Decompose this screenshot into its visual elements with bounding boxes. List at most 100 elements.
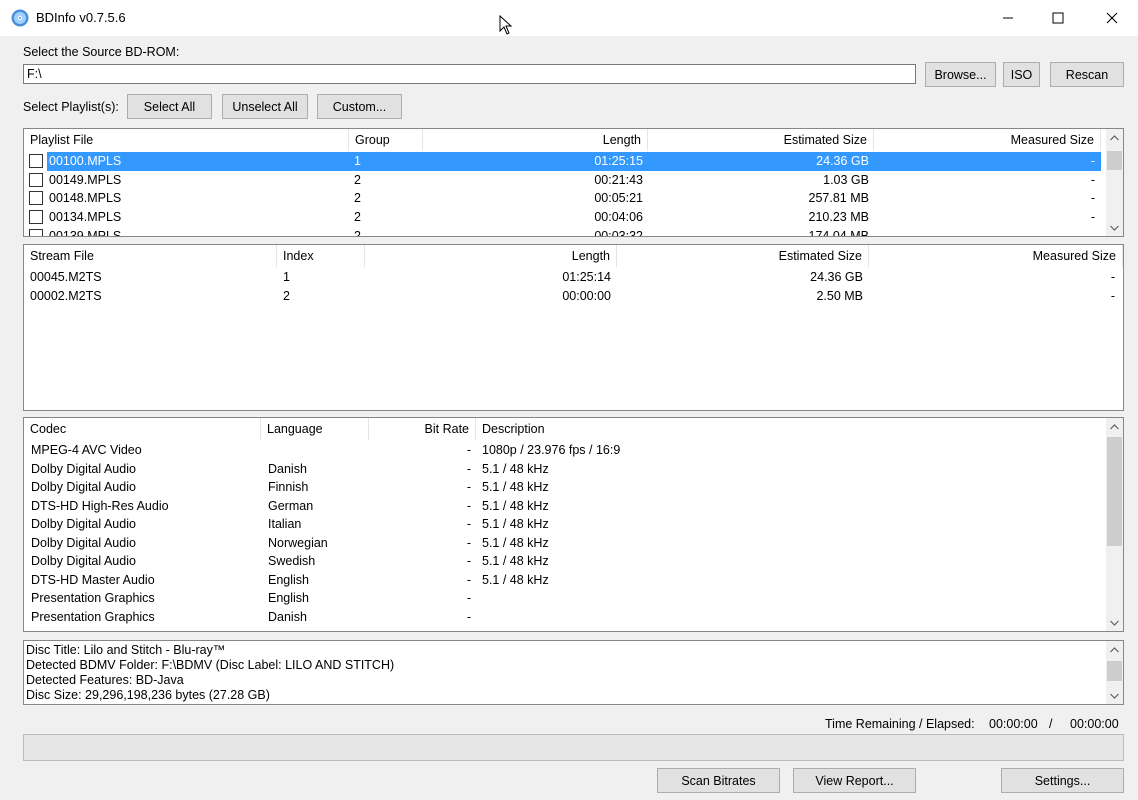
scroll-down-arrow[interactable] [1106, 614, 1123, 631]
col-playlist-file[interactable]: Playlist File [24, 129, 349, 151]
scroll-thumb[interactable] [1107, 151, 1122, 170]
playlist-checkbox[interactable] [29, 191, 43, 205]
playlist-checkbox[interactable] [29, 210, 43, 224]
settings-button[interactable]: Settings... [1001, 768, 1124, 793]
scroll-thumb[interactable] [1107, 437, 1122, 546]
playlist-group: 2 [354, 191, 361, 205]
playlist-row[interactable]: 00139.MPLS 2 00:03:32 174.04 MB - [24, 227, 1101, 237]
maximize-button[interactable] [1035, 0, 1081, 36]
col-length[interactable]: Length [365, 245, 617, 267]
col-measured-size[interactable]: Measured Size [869, 245, 1123, 267]
codec-name: Presentation Graphics [31, 591, 155, 605]
select-playlists-label: Select Playlist(s): [23, 100, 119, 114]
select-all-button[interactable]: Select All [127, 94, 212, 119]
codec-row[interactable]: Dolby Digital Audio Finnish - 5.1 / 48 k… [24, 478, 1106, 497]
col-estimated-size[interactable]: Estimated Size [617, 245, 869, 267]
codec-row[interactable]: Dolby Digital Audio Swedish - 5.1 / 48 k… [24, 552, 1106, 571]
log-scrollbar[interactable] [1106, 641, 1123, 704]
chevron-down-icon [1110, 620, 1119, 626]
time-elapsed: 00:00:00 [1070, 717, 1119, 731]
codec-language: Danish [268, 461, 307, 476]
col-description[interactable]: Description [476, 418, 1105, 440]
chevron-up-icon [1110, 134, 1119, 140]
disc-info-log[interactable]: Disc Title: Lilo and Stitch - Blu-ray™ D… [23, 640, 1124, 705]
playlist-meas-size: - [1090, 210, 1095, 224]
scan-progress-bar [23, 734, 1124, 761]
playlist-file: 00139.MPLS [49, 229, 122, 237]
source-path-input[interactable]: F:\ [23, 64, 916, 84]
col-language[interactable]: Language [261, 418, 369, 440]
bdinfo-window: BDInfo v0.7.5.6 Select the Source BD-ROM… [0, 0, 1138, 800]
codec-name: Dolby Digital Audio [31, 535, 136, 550]
view-report-button[interactable]: View Report... [793, 768, 916, 793]
playlist-scrollbar[interactable] [1106, 129, 1123, 236]
iso-button[interactable]: ISO [1003, 62, 1040, 87]
close-button[interactable] [1089, 0, 1135, 36]
codec-scrollbar[interactable] [1106, 418, 1123, 631]
playlist-group: 2 [354, 210, 361, 224]
codec-name: Presentation Graphics [31, 609, 155, 624]
playlist-length: 01:25:15 [423, 152, 643, 171]
scroll-down-arrow[interactable] [1106, 219, 1123, 236]
stream-row[interactable]: 00002.M2TS 2 00:00:00 2.50 MB - [24, 287, 1123, 306]
playlist-length: 00:05:21 [594, 191, 643, 205]
unselect-all-button[interactable]: Unselect All [222, 94, 308, 119]
codec-list[interactable]: Codec Language Bit Rate Description MPEG… [23, 417, 1124, 632]
stream-file-list[interactable]: Stream File Index Length Estimated Size … [23, 244, 1124, 411]
playlist-row[interactable]: 00148.MPLS 2 00:05:21 257.81 MB - [24, 189, 1101, 208]
codec-row[interactable]: MPEG-4 AVC Video - 1080p / 23.976 fps / … [24, 441, 1106, 460]
custom-button[interactable]: Custom... [317, 94, 402, 119]
codec-language: Norwegian [268, 535, 328, 550]
scroll-up-arrow[interactable] [1106, 129, 1123, 146]
codec-description: 5.1 / 48 kHz [482, 517, 549, 531]
codec-row[interactable]: Presentation Graphics Danish - [24, 608, 1106, 627]
codec-row[interactable]: DTS-HD High-Res Audio German - 5.1 / 48 … [24, 497, 1106, 516]
scan-bitrates-button[interactable]: Scan Bitrates [657, 768, 780, 793]
source-label: Select the Source BD-ROM: [23, 45, 180, 59]
playlist-checkbox[interactable] [29, 173, 43, 187]
codec-description: 5.1 / 48 kHz [482, 535, 549, 550]
playlist-est-size: 174.04 MB [808, 229, 869, 237]
col-codec[interactable]: Codec [24, 418, 261, 440]
scroll-thumb[interactable] [1107, 661, 1122, 681]
codec-row[interactable]: Dolby Digital Audio Norwegian - 5.1 / 48… [24, 534, 1106, 553]
window-title: BDInfo v0.7.5.6 [36, 10, 126, 25]
playlist-list[interactable]: Playlist File Group Length Estimated Siz… [23, 128, 1124, 237]
scroll-up-arrow[interactable] [1106, 418, 1123, 435]
col-length[interactable]: Length [423, 129, 648, 151]
col-stream-file[interactable]: Stream File [24, 245, 277, 267]
chevron-down-icon [1110, 225, 1119, 231]
scroll-down-arrow[interactable] [1106, 687, 1123, 704]
col-index[interactable]: Index [277, 245, 365, 267]
minimize-icon [1003, 17, 1013, 19]
rescan-button[interactable]: Rescan [1050, 62, 1124, 87]
scroll-up-arrow[interactable] [1106, 641, 1123, 658]
col-bit-rate[interactable]: Bit Rate [369, 418, 476, 440]
codec-row[interactable]: Dolby Digital Audio Danish - 5.1 / 48 kH… [24, 460, 1106, 479]
codec-name: Dolby Digital Audio [31, 554, 136, 568]
log-line: Disc Size: 29,296,198,236 bytes (27.28 G… [26, 688, 270, 702]
browse-button[interactable]: Browse... [925, 62, 996, 87]
playlist-checkbox[interactable] [29, 154, 43, 168]
playlist-row[interactable]: 00149.MPLS 2 00:21:43 1.03 GB - [24, 171, 1101, 190]
col-group[interactable]: Group [349, 129, 423, 151]
col-estimated-size[interactable]: Estimated Size [648, 129, 874, 151]
col-measured-size[interactable]: Measured Size [874, 129, 1101, 151]
stream-row[interactable]: 00045.M2TS 1 01:25:14 24.36 GB - [24, 268, 1123, 287]
playlist-length: 00:03:32 [594, 229, 643, 237]
playlist-row[interactable]: 00134.MPLS 2 00:04:06 210.23 MB - [24, 208, 1101, 227]
playlist-row[interactable]: 00100.MPLS 1 01:25:15 24.36 GB - [24, 152, 1101, 171]
codec-bitrate: - [466, 572, 471, 587]
codec-row[interactable]: Dolby Digital Audio Italian - 5.1 / 48 k… [24, 515, 1106, 534]
codec-row[interactable]: DTS-HD Master Audio English - 5.1 / 48 k… [24, 571, 1106, 590]
codec-name: MPEG-4 AVC Video [31, 443, 142, 457]
playlist-checkbox[interactable] [29, 229, 43, 236]
codec-row[interactable]: Presentation Graphics English - [24, 589, 1106, 608]
minimize-button[interactable] [985, 0, 1031, 36]
playlist-file: 00134.MPLS [49, 210, 122, 224]
codec-bitrate: - [466, 443, 471, 457]
codec-bitrate: - [466, 535, 471, 550]
stream-length: 01:25:14 [562, 270, 611, 284]
log-line: Detected Features: BD-Java [26, 673, 184, 687]
maximize-icon [1052, 12, 1064, 24]
